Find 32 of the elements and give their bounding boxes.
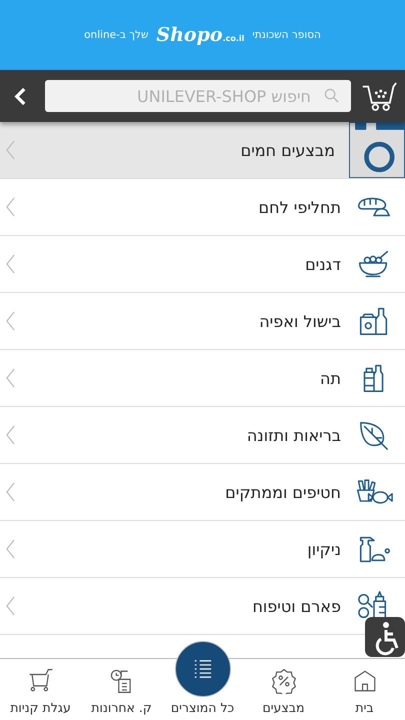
accessibility-button[interactable] xyxy=(365,617,405,657)
category-item[interactable]: חטיפים וממתקים xyxy=(0,464,405,521)
cart-icon xyxy=(28,668,54,694)
chevron-icon xyxy=(6,196,15,218)
nav-tab[interactable]: מבצעים xyxy=(244,668,324,715)
ring-icon xyxy=(349,122,405,178)
shop-logo: Shopo.co.il xyxy=(156,24,244,46)
chevron-icon xyxy=(6,253,15,275)
back-icon[interactable] xyxy=(14,86,27,106)
category-item[interactable]: תה xyxy=(0,350,405,407)
search-field[interactable]: חיפוש UNILEVER-SHOP xyxy=(45,80,351,112)
discount-badge-icon xyxy=(270,668,296,694)
chevron-icon xyxy=(6,481,15,503)
category-item[interactable]: תחליפי לחם xyxy=(0,179,405,236)
home-icon xyxy=(352,668,378,694)
chevron-icon xyxy=(6,139,15,161)
chevron-icon xyxy=(6,538,15,560)
category-item[interactable]: בישול ואפיה xyxy=(0,293,405,350)
cart-icon[interactable] xyxy=(361,80,397,112)
tagline: שלך ב-online xyxy=(84,29,148,41)
category-item[interactable]: בריאות ותזונה xyxy=(0,407,405,464)
category-item[interactable]: ניקיון xyxy=(0,521,405,578)
chevron-icon xyxy=(6,424,15,446)
tagline: הסופר השכונתי xyxy=(252,29,321,41)
chevron-icon xyxy=(6,310,15,332)
chevron-icon xyxy=(6,595,15,617)
nav-tab[interactable]: בית xyxy=(324,668,404,715)
chevron-icon xyxy=(6,367,15,389)
nav-tab[interactable]: עגלת קניות xyxy=(0,668,80,715)
category-item[interactable]: דגנים xyxy=(0,236,405,293)
nav-tab[interactable]: ק. אחרונות xyxy=(82,668,162,715)
category-item[interactable]: מבצעים חמים xyxy=(0,122,405,179)
